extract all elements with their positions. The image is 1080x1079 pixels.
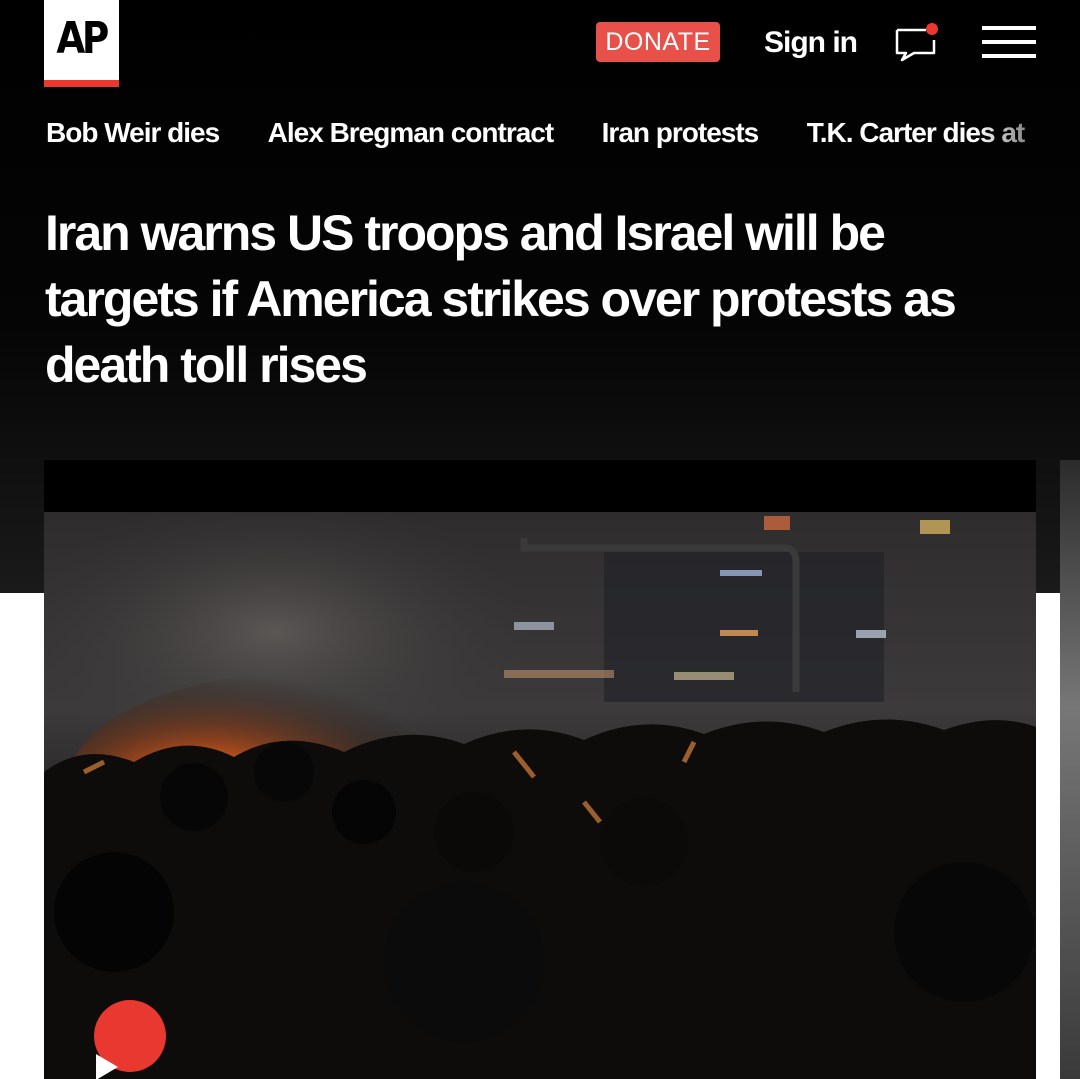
trending-item-alex-bregman[interactable]: Alex Bregman contract — [268, 114, 555, 152]
trending-item-iran-protests[interactable]: Iran protests — [602, 114, 760, 152]
trending-nav: Bob Weir dies Alex Bregman contract Iran… — [46, 114, 1080, 152]
sign-in-link[interactable]: Sign in — [764, 22, 858, 64]
next-media-card-edge[interactable] — [1060, 460, 1080, 1079]
play-icon — [96, 1054, 118, 1079]
trending-item-tk-carter[interactable]: T.K. Carter dies at — [807, 114, 1026, 152]
ap-logo[interactable]: AP — [44, 0, 119, 87]
chat-notification-icon[interactable] — [894, 22, 940, 62]
logo-text: AP — [56, 12, 110, 64]
hamburger-menu-icon[interactable] — [982, 26, 1036, 58]
video-frame-image — [44, 512, 1036, 1079]
play-button[interactable] — [94, 1000, 166, 1079]
donate-button[interactable]: DONATE — [596, 22, 720, 62]
trending-item-bob-weir[interactable]: Bob Weir dies — [46, 114, 220, 152]
article-headline: Iran warns US troops and Israel will be … — [45, 205, 957, 393]
video-player[interactable] — [44, 460, 1036, 1079]
